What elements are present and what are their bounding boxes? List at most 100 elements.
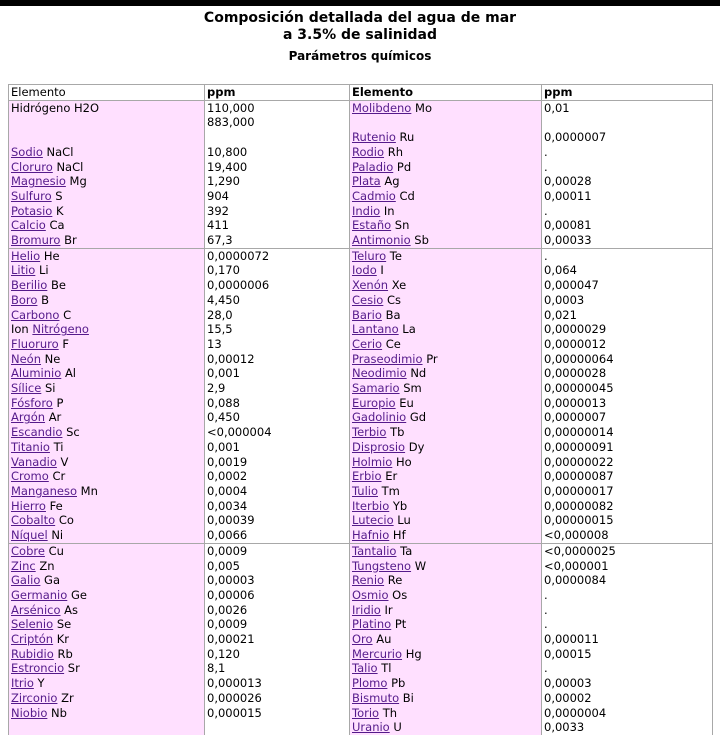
element-link[interactable]: Estroncio bbox=[11, 661, 64, 675]
element-link[interactable]: Calcio bbox=[11, 218, 46, 232]
element-link[interactable]: Rodio bbox=[352, 145, 384, 159]
element-link[interactable]: Sílice bbox=[11, 381, 41, 395]
element-link[interactable]: Rubidio bbox=[11, 647, 54, 661]
element-link[interactable]: Antimonio bbox=[352, 233, 411, 247]
element-link[interactable]: Oro bbox=[352, 632, 373, 646]
element-link[interactable]: Europio bbox=[352, 396, 396, 410]
element-link[interactable]: Plata bbox=[352, 174, 381, 188]
element-link[interactable]: Plomo bbox=[352, 676, 387, 690]
element-link[interactable]: Bario bbox=[352, 308, 382, 322]
element-link[interactable]: Indio bbox=[352, 204, 380, 218]
element-link[interactable]: Lutecio bbox=[352, 513, 394, 527]
element-link[interactable]: Escandio bbox=[11, 425, 62, 439]
element-symbol: Rb bbox=[57, 646, 73, 661]
ppm-cell-right: . bbox=[541, 247, 713, 264]
element-link[interactable]: Bromuro bbox=[11, 233, 60, 247]
element-link[interactable]: Teluro bbox=[352, 249, 386, 262]
element-link[interactable]: Estaño bbox=[352, 218, 391, 232]
element-link[interactable]: Galio bbox=[11, 573, 40, 587]
ppm-cell-left: 0,450 bbox=[204, 410, 350, 426]
element-link[interactable]: Cesio bbox=[352, 293, 383, 307]
element-link[interactable]: Vanadio bbox=[11, 455, 57, 469]
element-link[interactable]: Potasio bbox=[11, 204, 52, 218]
element-link[interactable]: Zirconio bbox=[11, 691, 57, 705]
element-link[interactable]: Uranio bbox=[352, 720, 390, 734]
element-link[interactable]: Neodimio bbox=[352, 366, 407, 380]
element-link[interactable]: Xenón bbox=[352, 278, 388, 292]
ppm-cell-left: 4,450 bbox=[204, 292, 350, 308]
element-link[interactable]: Torio bbox=[352, 706, 379, 720]
element-cell-right: Talio Tl bbox=[349, 661, 542, 677]
table-row: Escandio Sc <0,000004 Terbio Tb 0,00000014 bbox=[8, 425, 713, 440]
element-cell-right: Platino Pt bbox=[349, 617, 542, 633]
element-link[interactable]: Lantano bbox=[352, 322, 399, 336]
element-link[interactable]: Cobre bbox=[11, 544, 45, 557]
element-link[interactable]: Carbono bbox=[11, 308, 59, 322]
element-cell-right: Oro Au bbox=[349, 632, 542, 647]
element-link[interactable]: Tulio bbox=[352, 484, 378, 498]
element-link[interactable]: Bismuto bbox=[352, 691, 399, 705]
element-link[interactable]: Paladio bbox=[352, 160, 393, 174]
element-link[interactable]: Manganeso bbox=[11, 484, 77, 498]
element-link[interactable]: Fósforo bbox=[11, 396, 53, 410]
element-link[interactable]: Cloruro bbox=[11, 160, 53, 174]
element-link[interactable]: Zinc bbox=[11, 559, 36, 573]
element-link[interactable]: Boro bbox=[11, 293, 37, 307]
element-link[interactable]: Cerio bbox=[352, 337, 382, 351]
element-link[interactable]: Níquel bbox=[11, 528, 48, 542]
element-cell-left: Boro B bbox=[8, 292, 205, 308]
element-link[interactable]: Germanio bbox=[11, 588, 67, 602]
element-link[interactable]: Molibdeno bbox=[352, 101, 411, 115]
table-row: Vanadio V 0,0019 Holmio Ho 0,00000022 bbox=[8, 454, 713, 470]
element-link[interactable]: Tungsteno bbox=[352, 559, 411, 573]
element-cell-right: Gadolinio Gd bbox=[349, 410, 542, 426]
element-link[interactable]: Criptón bbox=[11, 632, 53, 646]
element-link[interactable]: Hierro bbox=[11, 499, 46, 513]
element-link[interactable]: Niobio bbox=[11, 706, 47, 720]
element-link[interactable]: Titanio bbox=[11, 440, 50, 454]
element-link[interactable]: Osmio bbox=[352, 588, 388, 602]
ppm-cell-left: 0,000013 bbox=[204, 676, 350, 691]
element-link[interactable]: Cromo bbox=[11, 469, 49, 483]
element-link[interactable]: Argón bbox=[11, 410, 45, 424]
element-link[interactable]: Iodo bbox=[352, 263, 377, 277]
element-link[interactable]: Litio bbox=[11, 263, 35, 277]
element-link[interactable]: Fluoruro bbox=[11, 337, 59, 351]
element-cell-right: Tungsteno W bbox=[349, 558, 542, 574]
element-link[interactable]: Cobalto bbox=[11, 513, 55, 527]
element-link[interactable]: Disprosio bbox=[352, 440, 405, 454]
element-symbol: B bbox=[41, 292, 49, 307]
element-link[interactable]: Talio bbox=[352, 661, 378, 675]
element-cell-left: Fósforo P bbox=[8, 395, 205, 411]
element-link[interactable]: Aluminio bbox=[11, 366, 61, 380]
element-link[interactable]: Holmio bbox=[352, 455, 392, 469]
element-link[interactable]: Sodio bbox=[11, 145, 43, 159]
element-link[interactable]: Tantalio bbox=[352, 544, 396, 557]
element-link[interactable]: Erbio bbox=[352, 469, 382, 483]
element-link[interactable]: Rutenio bbox=[352, 130, 396, 144]
element-link[interactable]: Helio bbox=[11, 249, 40, 262]
element-link[interactable]: Itrio bbox=[11, 676, 34, 690]
table-row: Níquel Ni 0,0066 Hafnio Hf <0,000008 bbox=[8, 528, 713, 544]
element-link[interactable]: Arsénico bbox=[11, 603, 61, 617]
table-row: Galio Ga 0,00003 Renio Re 0,0000084 bbox=[8, 573, 713, 588]
element-symbol: Pb bbox=[391, 676, 406, 691]
element-link[interactable]: Iridio bbox=[352, 603, 381, 617]
element-link[interactable]: Gadolinio bbox=[352, 410, 406, 424]
element-link[interactable]: Berilio bbox=[11, 278, 47, 292]
table-row: Zirconio Zr 0,000026 Bismuto Bi 0,00002 bbox=[8, 690, 713, 706]
element-link[interactable]: Iterbio bbox=[352, 499, 389, 513]
element-link[interactable]: Hafnio bbox=[352, 528, 389, 542]
element-link[interactable]: Selenio bbox=[11, 617, 53, 631]
element-link[interactable]: Renio bbox=[352, 573, 384, 587]
element-link[interactable]: Sulfuro bbox=[11, 189, 52, 203]
element-link[interactable]: Nitrógeno bbox=[32, 322, 89, 336]
element-link[interactable]: Neón bbox=[11, 352, 41, 366]
element-link[interactable]: Magnesio bbox=[11, 174, 66, 188]
element-link[interactable]: Praseodimio bbox=[352, 352, 423, 366]
element-link[interactable]: Terbio bbox=[352, 425, 386, 439]
element-link[interactable]: Samario bbox=[352, 381, 400, 395]
element-link[interactable]: Platino bbox=[352, 617, 391, 631]
element-link[interactable]: Mercurio bbox=[352, 647, 402, 661]
element-link[interactable]: Cadmio bbox=[352, 189, 396, 203]
